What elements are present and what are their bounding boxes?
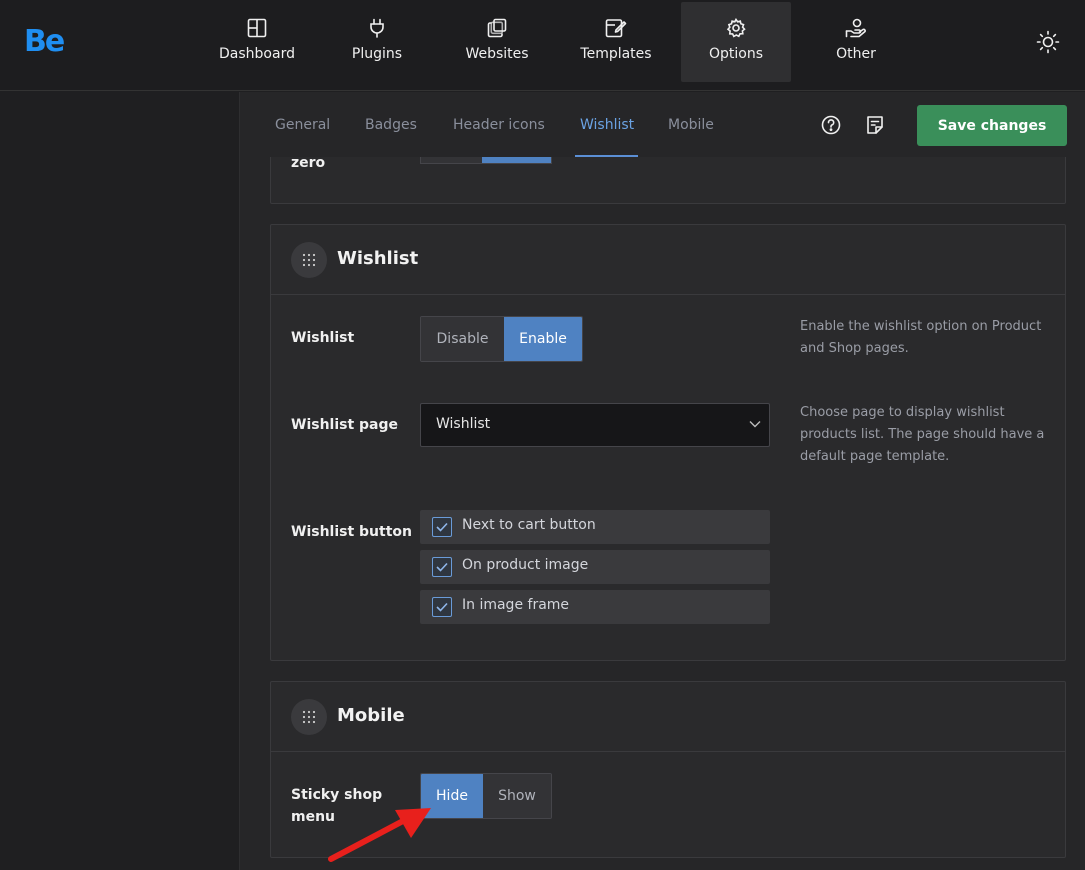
templates-icon [605,17,627,39]
top-bar: Be Dashboard Plugins Websites Templates … [0,0,1085,91]
wishlist-page-label: Wishlist page [291,417,399,433]
checkbox-checked-icon[interactable] [432,597,452,617]
nav-websites[interactable]: Websites [442,2,552,82]
drag-handle-icon[interactable] [291,699,327,735]
notes-icon[interactable] [864,114,886,136]
panel-header: Wishlist [271,225,1065,295]
active-tab-indicator [575,155,638,157]
checkbox-next-to-cart[interactable]: Next to cart button [420,510,770,544]
panel-title: Wishlist [337,248,419,269]
checkbox-checked-icon[interactable] [432,557,452,577]
options-subnav: General Badges Header icons Wishlist Mob… [240,92,1085,157]
drag-handle-icon[interactable] [291,242,327,278]
sticky-shop-menu-toggle[interactable]: Hide Show [420,773,552,819]
wishlist-page-description: Choose page to display wishlist products… [800,405,1045,464]
chevron-down-icon [749,420,761,428]
websites-icon [487,17,507,39]
wishlist-page-select[interactable]: Wishlist [420,403,770,447]
gear-icon [726,17,746,39]
tab-mobile[interactable]: Mobile [668,117,714,133]
nav-label: Templates [580,46,652,62]
left-sidebar [0,92,240,870]
sun-icon[interactable] [1036,30,1060,54]
checkbox-label: On product image [462,557,589,573]
checkbox-label: Next to cart button [462,517,596,533]
nav-label: Dashboard [219,46,295,62]
save-button[interactable]: Save changes [917,105,1067,146]
dashboard-icon [247,17,267,39]
show-option[interactable]: Show [483,774,551,818]
enable-option[interactable]: Enable [504,317,582,361]
nav-label: Websites [465,46,529,62]
plug-icon [369,17,385,39]
panel-header: Mobile [271,682,1065,752]
help-icon[interactable] [820,114,842,136]
wishlist-button-label: Wishlist button [291,524,412,540]
checkbox-checked-icon[interactable] [432,517,452,537]
checkbox-in-image-frame[interactable]: In image frame [420,590,770,624]
annotation-arrow-icon [325,805,435,865]
logo[interactable]: Be [24,24,65,59]
nav-options[interactable]: Options [681,2,791,82]
options-content: zero General Badges Header icons Wishlis… [240,92,1085,870]
checkbox-label: In image frame [462,597,570,613]
tab-general[interactable]: General [275,117,330,133]
wishlist-toggle[interactable]: Disable Enable [420,316,583,362]
nav-templates[interactable]: Templates [561,2,671,82]
hand-user-icon [845,17,867,39]
wishlist-toggle-label: Wishlist [291,330,355,346]
panel-title: Mobile [337,705,405,726]
select-value: Wishlist [436,416,491,432]
nav-label: Other [836,46,876,62]
tab-header-icons[interactable]: Header icons [453,117,545,133]
checkbox-on-product-image[interactable]: On product image [420,550,770,584]
nav-label: Plugins [351,46,403,62]
nav-other[interactable]: Other [801,2,911,82]
nav-plugins[interactable]: Plugins [322,2,432,82]
nav-label: Options [708,46,764,62]
tab-badges[interactable]: Badges [365,117,417,133]
tab-wishlist[interactable]: Wishlist [580,117,634,133]
wishlist-panel: Wishlist Wishlist Disable Enable Enable … [270,224,1066,661]
disable-option[interactable]: Disable [421,317,504,361]
wishlist-toggle-description: Enable the wishlist option on Product an… [800,319,1042,356]
nav-dashboard[interactable]: Dashboard [202,2,312,82]
